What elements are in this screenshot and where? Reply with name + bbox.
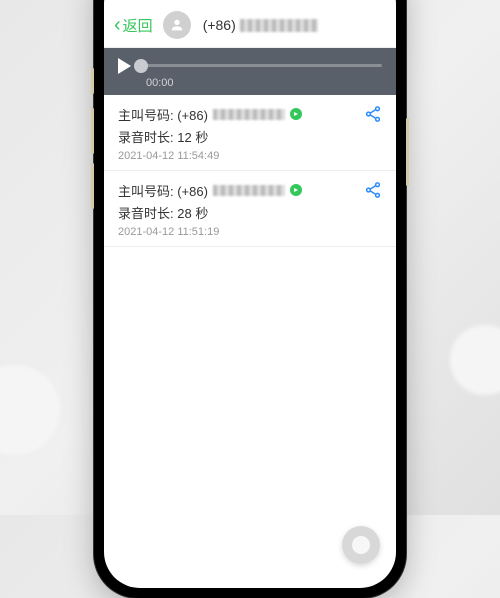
timestamp: 2021-04-12 11:51:19 <box>118 226 382 238</box>
assistive-touch-button[interactable] <box>342 526 380 564</box>
playback-time: 00:00 <box>146 77 382 89</box>
redacted-number <box>240 19 318 32</box>
duration-row: 录音时长: 28 秒 <box>118 203 382 222</box>
share-button[interactable] <box>364 181 382 204</box>
play-button[interactable] <box>118 58 131 74</box>
share-icon <box>364 181 382 199</box>
avatar <box>163 11 191 39</box>
redacted-number <box>213 185 285 196</box>
recording-item[interactable]: 主叫号码: (+86) 录音时长: 28 秒 2021-04-12 11:51:… <box>104 171 396 247</box>
seek-track[interactable] <box>141 64 382 67</box>
share-icon <box>364 105 382 123</box>
play-status-icon <box>290 184 302 196</box>
audio-player: 00:00 <box>104 48 396 95</box>
back-button[interactable]: ‹ 返回 <box>114 15 153 36</box>
back-label: 返回 <box>123 15 153 36</box>
volume-down-button <box>91 163 94 209</box>
recording-item[interactable]: 主叫号码: (+86) 录音时长: 12 秒 2021-04-12 11:54:… <box>104 95 396 171</box>
chevron-left-icon: ‹ <box>114 15 121 35</box>
timestamp: 2021-04-12 11:54:49 <box>118 150 382 162</box>
power-button <box>406 118 409 186</box>
caller-row: 主叫号码: (+86) <box>118 181 382 200</box>
screen: 11:55 ‹ 返回 (+86) <box>104 0 396 588</box>
caller-row: 主叫号码: (+86) <box>118 105 382 124</box>
share-button[interactable] <box>364 105 382 128</box>
page-title: (+86) <box>203 17 318 33</box>
duration-row: 录音时长: 12 秒 <box>118 127 382 146</box>
volume-up-button <box>91 108 94 154</box>
title-prefix: (+86) <box>203 17 236 33</box>
recording-list: 主叫号码: (+86) 录音时长: 12 秒 2021-04-12 11:54:… <box>104 95 396 247</box>
seek-thumb[interactable] <box>134 59 148 73</box>
redacted-number <box>213 109 285 120</box>
nav-bar: ‹ 返回 (+86) <box>104 4 396 48</box>
mute-switch <box>91 68 94 94</box>
phone-frame: 11:55 ‹ 返回 (+86) <box>94 0 406 598</box>
play-status-icon <box>290 108 302 120</box>
caller-label: 主叫号码: (+86) <box>118 181 208 200</box>
assistive-touch-icon <box>352 536 370 554</box>
caller-label: 主叫号码: (+86) <box>118 105 208 124</box>
